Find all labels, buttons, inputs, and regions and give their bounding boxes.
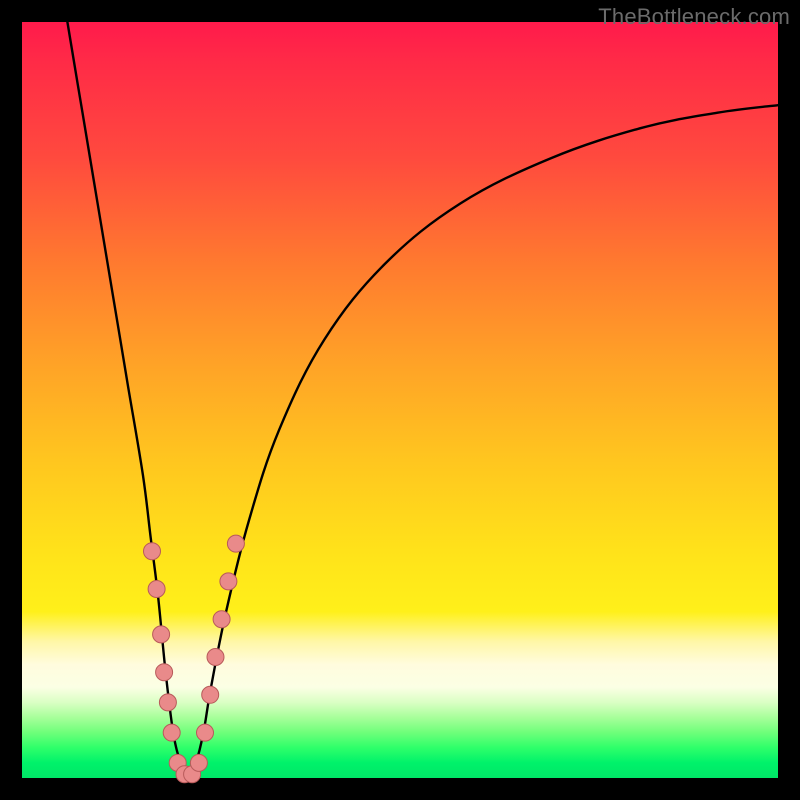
data-marker <box>144 543 161 560</box>
data-markers <box>144 535 245 783</box>
data-marker <box>207 649 224 666</box>
data-marker <box>159 694 176 711</box>
chart-frame: TheBottleneck.com <box>0 0 800 800</box>
data-marker <box>190 754 207 771</box>
chart-svg <box>22 22 778 778</box>
data-marker <box>163 724 180 741</box>
data-marker <box>148 581 165 598</box>
chart-plot-area <box>22 22 778 778</box>
data-marker <box>156 664 173 681</box>
data-marker <box>153 626 170 643</box>
data-marker <box>220 573 237 590</box>
bottleneck-curve <box>67 22 778 778</box>
data-marker <box>213 611 230 628</box>
data-marker <box>227 535 244 552</box>
data-marker <box>202 686 219 703</box>
data-marker <box>197 724 214 741</box>
watermark-text: TheBottleneck.com <box>598 4 790 30</box>
